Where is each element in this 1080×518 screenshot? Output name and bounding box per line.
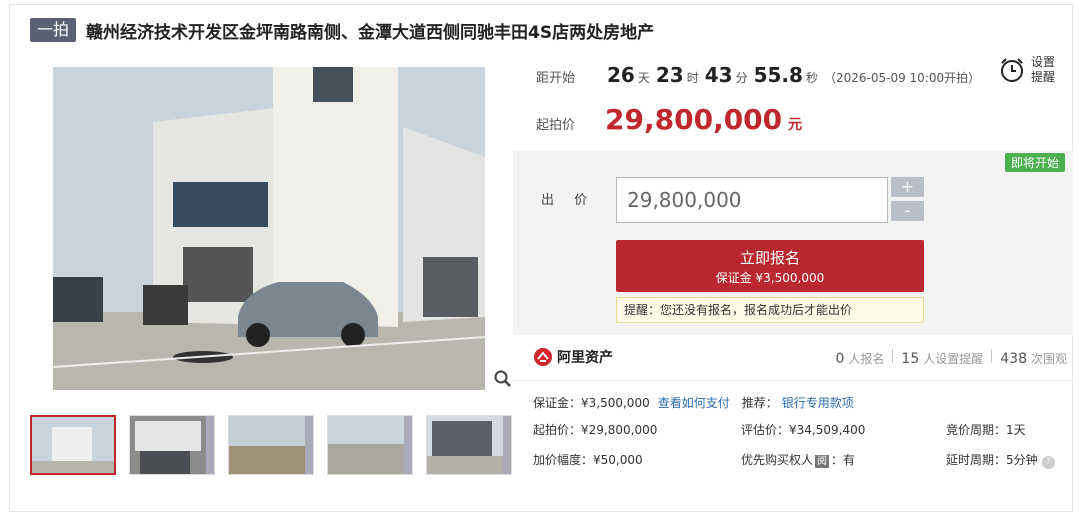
minutes-unit: 分 [735,71,748,85]
magnify-icon[interactable] [494,370,512,388]
brand-name: 阿里资产 [557,350,613,366]
thumbnail-5[interactable] [426,415,512,475]
thumbnail-1[interactable] [30,415,116,475]
how-to-pay-link[interactable]: 查看如何支付 [658,394,730,411]
priority-info: 优先购买权人阅：有 [741,451,855,468]
main-property-photo[interactable] [53,67,485,390]
thumbnail-2[interactable] [129,415,215,475]
priority-label: 优先购买权人 [741,453,814,467]
delay-info: 延时周期：5分钟? [946,451,1055,469]
countdown-seconds: 55.8 [753,63,803,87]
signup-button[interactable]: 立即报名 保证金 ¥3,500,000 [616,240,924,292]
start-price-info: 起拍价：¥29,800,000 [533,423,658,437]
divider [513,380,1073,381]
hours-unit: 时 [686,71,699,85]
deposit-text: 保证金：¥3,500,000 [533,396,650,410]
stats-counts: 0 人报名 15 人设置提醒 438 次围观 [835,349,1067,367]
recommend-label: 推荐： [741,396,778,410]
start-price-label: 起拍价 [536,118,576,133]
deposit-note: 保证金 ¥3,500,000 [715,271,825,285]
help-icon[interactable]: ? [1041,456,1055,469]
page-title: 赣州经济技术开发区金坪南路南侧、金潭大道西侧同驰丰田4S店两处房地产 [86,22,655,43]
remind-label: 人设置提醒 [923,352,984,366]
view-label: 次围观 [1030,352,1067,366]
status-badge: 即将开始 [1004,153,1065,172]
stats-row: 阿里资产 0 人报名 15 人设置提醒 438 次围观 [513,347,1073,371]
signup-notice: 提醒：您还没有报名，报名成功后才能出价 [616,297,924,323]
apply-label: 人报名 [848,352,885,366]
signup-label: 立即报名 [739,249,800,267]
priority-tag-icon[interactable]: 阅 [815,455,830,468]
set-reminder-button[interactable]: 设置提醒 [999,55,1059,85]
countdown-hours: 23 [655,63,684,87]
step-info: 加价幅度：¥50,000 [533,453,643,467]
recommend-link[interactable]: 银行专用款项 [782,394,854,411]
deposit-row: 保证金：¥3,500,000 查看如何支付 推荐： 银行专用款项 [533,394,854,411]
bid-label: 出 价 [541,193,596,208]
reminder-label: 设置提醒 [1031,55,1056,84]
start-price-value: 29,800,000 [605,103,783,136]
view-count: 438 [1000,351,1027,367]
remind-count: 15 [901,351,920,367]
title-row: 一拍 赣州经济技术开发区金坪南路南侧、金潭大道西侧同驰丰田4S店两处房地产 [30,17,654,43]
countdown-days: 26 [607,63,635,87]
start-time: （2026-05-09 10:00开拍） [823,71,981,85]
bid-box: 即将开始 出 价 29,800,000 + - 立即报名 保证金 ¥3,500,… [513,151,1073,335]
cycle-info: 竞价周期：1天 [946,423,1026,437]
delay-text: 延时周期：5分钟 [946,453,1038,467]
priority-value: ：有 [831,453,856,467]
seconds-unit: 秒 [805,71,818,85]
alarm-clock-icon [1001,58,1023,82]
auction-panel: 一拍 赣州经济技术开发区金坪南路南侧、金潭大道西侧同驰丰田4S店两处房地产 距开… [9,4,1073,512]
thumbnail-strip [30,415,525,475]
start-price-row: 起拍价 29,800,000 元 [536,103,802,136]
increase-bid-button[interactable]: + [891,177,924,197]
decrease-bid-button[interactable]: - [891,201,924,221]
start-price-unit: 元 [788,117,803,133]
ali-asset-logo-icon [534,348,552,366]
divider [991,349,993,363]
countdown-minutes: 43 [704,63,733,87]
brand: 阿里资产 [533,347,613,367]
divider [892,349,894,363]
thumbnail-4[interactable] [327,415,413,475]
days-unit: 天 [637,71,650,85]
apply-count: 0 [835,351,845,367]
bid-input[interactable]: 29,800,000 [616,177,888,223]
eval-price-info: 评估价：¥34,509,400 [741,423,866,437]
countdown: 距开始 26 天 23 时 43 分 55.8 秒 （2026-05-09 10… [536,63,980,87]
auction-round-tag: 一拍 [30,18,77,42]
countdown-label: 距开始 [536,71,576,86]
thumbnail-3[interactable] [228,415,314,475]
